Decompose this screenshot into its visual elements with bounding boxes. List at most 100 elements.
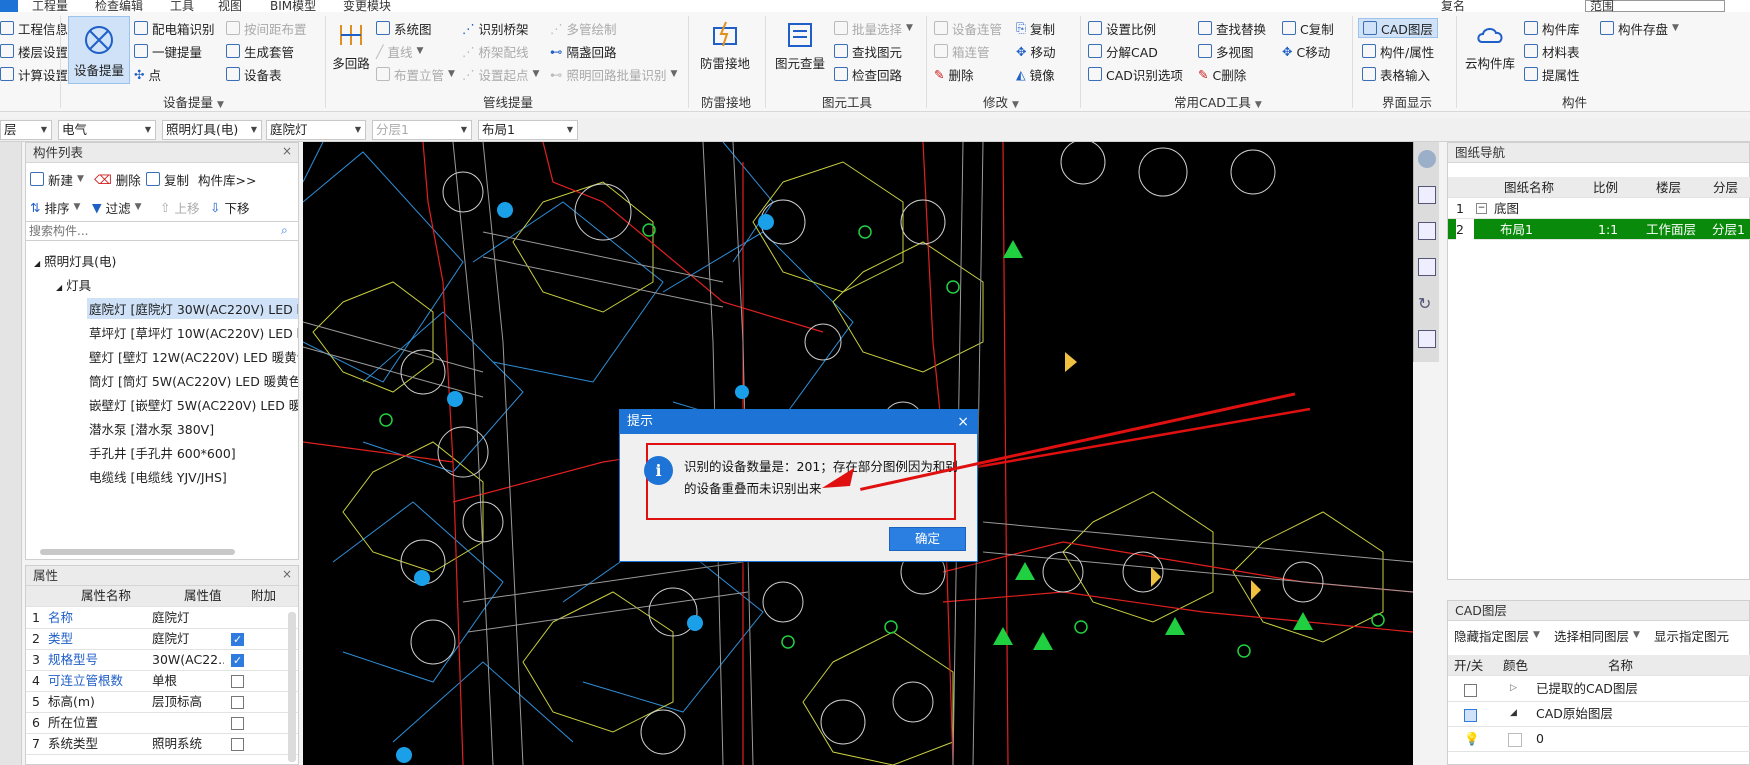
lightning-ground-button[interactable]: 防雷接地 [694, 20, 756, 72]
component-save-button[interactable]: 构件存盘 ▼ [1600, 18, 1679, 38]
table-row[interactable]: ▷ 已提取的CAD图层 [1448, 678, 1750, 702]
list-item[interactable]: 手孔井 [手孔井 600*600] [89, 443, 236, 462]
distribution-box-recognize-button[interactable]: 配电箱识别 [134, 18, 215, 38]
tray-wiring-button[interactable]: ⋰ 桥架配线 [462, 41, 529, 61]
riser-button[interactable]: 布置立管 ▼ [376, 64, 455, 84]
list-item[interactable]: 壁灯 [壁灯 12W(AC220V) LED 暖黄色3 [89, 347, 298, 366]
sort-button[interactable]: ⇅ 排序 ▼ [30, 197, 80, 217]
check-circuit-button[interactable]: 检查回路 [834, 64, 902, 84]
table-row[interactable]: 💡 0 [1448, 728, 1750, 752]
expand-icon[interactable]: ◢ [1510, 703, 1517, 724]
new-component-button[interactable]: 新建 ▼ [30, 169, 84, 189]
hide-layer-button[interactable]: 隐藏指定图层 ▼ [1454, 625, 1540, 645]
cad-recognize-options-button[interactable]: CAD识别选项 [1088, 64, 1183, 84]
menu-item[interactable]: 工具 [170, 0, 194, 12]
group-label-cad-tools[interactable]: 常用CAD工具 ▼ [1174, 92, 1262, 111]
item-select[interactable]: 庭院灯 ▼ [266, 120, 366, 140]
type-select[interactable]: 照明灯具(电) ▼ [162, 120, 262, 140]
explode-cad-button[interactable]: 分解CAD [1088, 41, 1158, 61]
tray-recognize-button[interactable]: ⋰ 识别桥架 [462, 18, 529, 38]
generate-sleeve-button[interactable]: 生成套管 [226, 41, 294, 61]
device-table-button[interactable]: 设备表 [226, 64, 282, 84]
table-row[interactable]: ◢ CAD原始图层 [1448, 703, 1750, 727]
component-library-button[interactable]: 构件库 [1524, 18, 1580, 38]
tree-group[interactable]: ◢ 灯具 [56, 275, 91, 294]
table-row[interactable]: 7 系统类型 照明系统 [26, 734, 298, 755]
table-row[interactable]: 5 标高(m) 层顶标高 [26, 692, 298, 713]
vertical-scrollbar[interactable] [288, 612, 296, 762]
table-row[interactable]: 6 所在位置 [26, 713, 298, 734]
menu-item[interactable]: 变更模块 [343, 0, 391, 12]
floor-settings-button[interactable]: 楼层设置 [0, 41, 68, 61]
property-value[interactable]: 庭院灯 [152, 629, 224, 649]
system-diagram-button[interactable]: 系统图 [376, 18, 432, 38]
cloud-library-button[interactable]: 云构件库 [1462, 20, 1518, 72]
layer-checkbox[interactable] [1464, 684, 1477, 697]
batch-select-button[interactable]: 批量选择 ▼ [834, 18, 913, 38]
mirror-button[interactable]: ◭ 镜像 [1016, 64, 1055, 84]
close-icon[interactable]: × [282, 567, 292, 581]
menu-item[interactable]: 视图 [218, 0, 242, 12]
c-delete-button[interactable]: ✎ C删除 [1198, 64, 1246, 84]
c-move-button[interactable]: ✥ C移动 [1282, 41, 1330, 61]
extract-property-button[interactable]: 提属性 [1524, 64, 1580, 84]
table-row[interactable]: 4 可连立管根数 单根 [26, 671, 298, 692]
lamp-circuit-button[interactable]: ⊷ 隔盏回路 [550, 41, 617, 61]
table-row-selected[interactable]: 2 布局1 1:1 工作面层 分层1 [1448, 219, 1750, 240]
multi-circuit-button[interactable]: 多回路 [330, 20, 372, 72]
tree-root[interactable]: ◢ 照明灯具(电) [34, 251, 116, 270]
table-row[interactable]: 2 类型 庭院灯 [26, 629, 298, 650]
copy-component-button[interactable]: 复制 [146, 169, 189, 189]
layer-checkbox[interactable] [1464, 709, 1477, 722]
multi-view-button[interactable]: 多视图 [1198, 41, 1254, 61]
property-value[interactable]: 单根 [152, 671, 224, 691]
group-label-modify[interactable]: 修改 ▼ [983, 92, 1019, 111]
project-info-button[interactable]: 工程信息 [0, 18, 68, 38]
component-search-input[interactable] [26, 221, 298, 241]
device-connect-pipe-button[interactable]: 设备连管 [934, 18, 1002, 38]
cad-layer-toggle[interactable]: CAD图层 [1358, 18, 1438, 38]
list-item[interactable]: 筒灯 [筒灯 5W(AC220V) LED 暖黄色30 [89, 371, 298, 390]
user-name[interactable]: 复名 [1441, 0, 1465, 12]
menu-active-tab[interactable] [0, 0, 18, 12]
bulb-icon[interactable]: 💡 [1464, 728, 1480, 749]
table-row[interactable]: 1 名称 庭院灯 [26, 608, 298, 629]
table-row[interactable]: 1 − 底图 [1448, 198, 1750, 219]
select-same-layer-button[interactable]: 选择相同图层 ▼ [1554, 625, 1640, 645]
set-scale-button[interactable]: 设置比例 [1088, 18, 1156, 38]
ok-button[interactable]: 确定 [889, 527, 966, 551]
property-value[interactable]: 庭院灯 [152, 608, 224, 628]
list-item[interactable]: 草坪灯 [草坪灯 10W(AC220V) LED 暖黄 [89, 323, 298, 342]
close-icon[interactable]: × [957, 410, 969, 434]
attach-checkbox[interactable] [231, 696, 244, 709]
delete-button[interactable]: ✎ 删除 [934, 64, 974, 84]
place-by-spacing-button[interactable]: 按间距布置 [226, 18, 307, 38]
element-quantity-button[interactable]: 图元查量 [772, 20, 828, 72]
delete-component-button[interactable]: ⌫ 删除 [94, 169, 141, 189]
attach-checkbox[interactable] [231, 738, 244, 751]
calc-settings-button[interactable]: 计算设置 [0, 64, 68, 84]
c-copy-button[interactable]: C复制 [1282, 18, 1334, 38]
move-down-button[interactable]: ⇩ 下移 [210, 197, 250, 217]
component-property-toggle[interactable]: 构件/属性 [1362, 41, 1434, 61]
attach-checkbox[interactable] [231, 651, 244, 671]
menu-item[interactable]: BIM模型 [270, 0, 316, 12]
point-button[interactable]: ✣ 点 [134, 64, 161, 84]
property-value[interactable]: 层顶标高 [152, 692, 224, 712]
lighting-circuit-batch-button[interactable]: ⊷ 照明回路批量识别 ▼ [550, 64, 677, 84]
menu-item[interactable]: 工程量 [32, 0, 68, 12]
attach-checkbox[interactable] [231, 630, 244, 650]
box-connect-pipe-button[interactable]: 箱连管 [934, 41, 990, 61]
multi-pipe-draw-button[interactable]: ⋰ 多管绘制 [550, 18, 617, 38]
orbit-icon[interactable] [1418, 150, 1436, 168]
floor-select[interactable]: 层 ▼ [0, 120, 52, 140]
layout-select[interactable]: 布局1 ▼ [478, 120, 578, 140]
menu-item[interactable]: 检查编辑 [95, 0, 143, 12]
horizontal-scrollbar[interactable] [40, 549, 235, 555]
search-icon[interactable]: ⌕ [281, 223, 288, 238]
grid-view-icon[interactable] [1418, 330, 1436, 348]
expand-icon[interactable]: ▷ [1510, 678, 1517, 699]
component-library-link[interactable]: 构件库>> [198, 169, 256, 189]
show-element-button[interactable]: 显示指定图元 [1654, 625, 1729, 645]
one-key-extract-button[interactable]: 一键提量 [134, 41, 202, 61]
